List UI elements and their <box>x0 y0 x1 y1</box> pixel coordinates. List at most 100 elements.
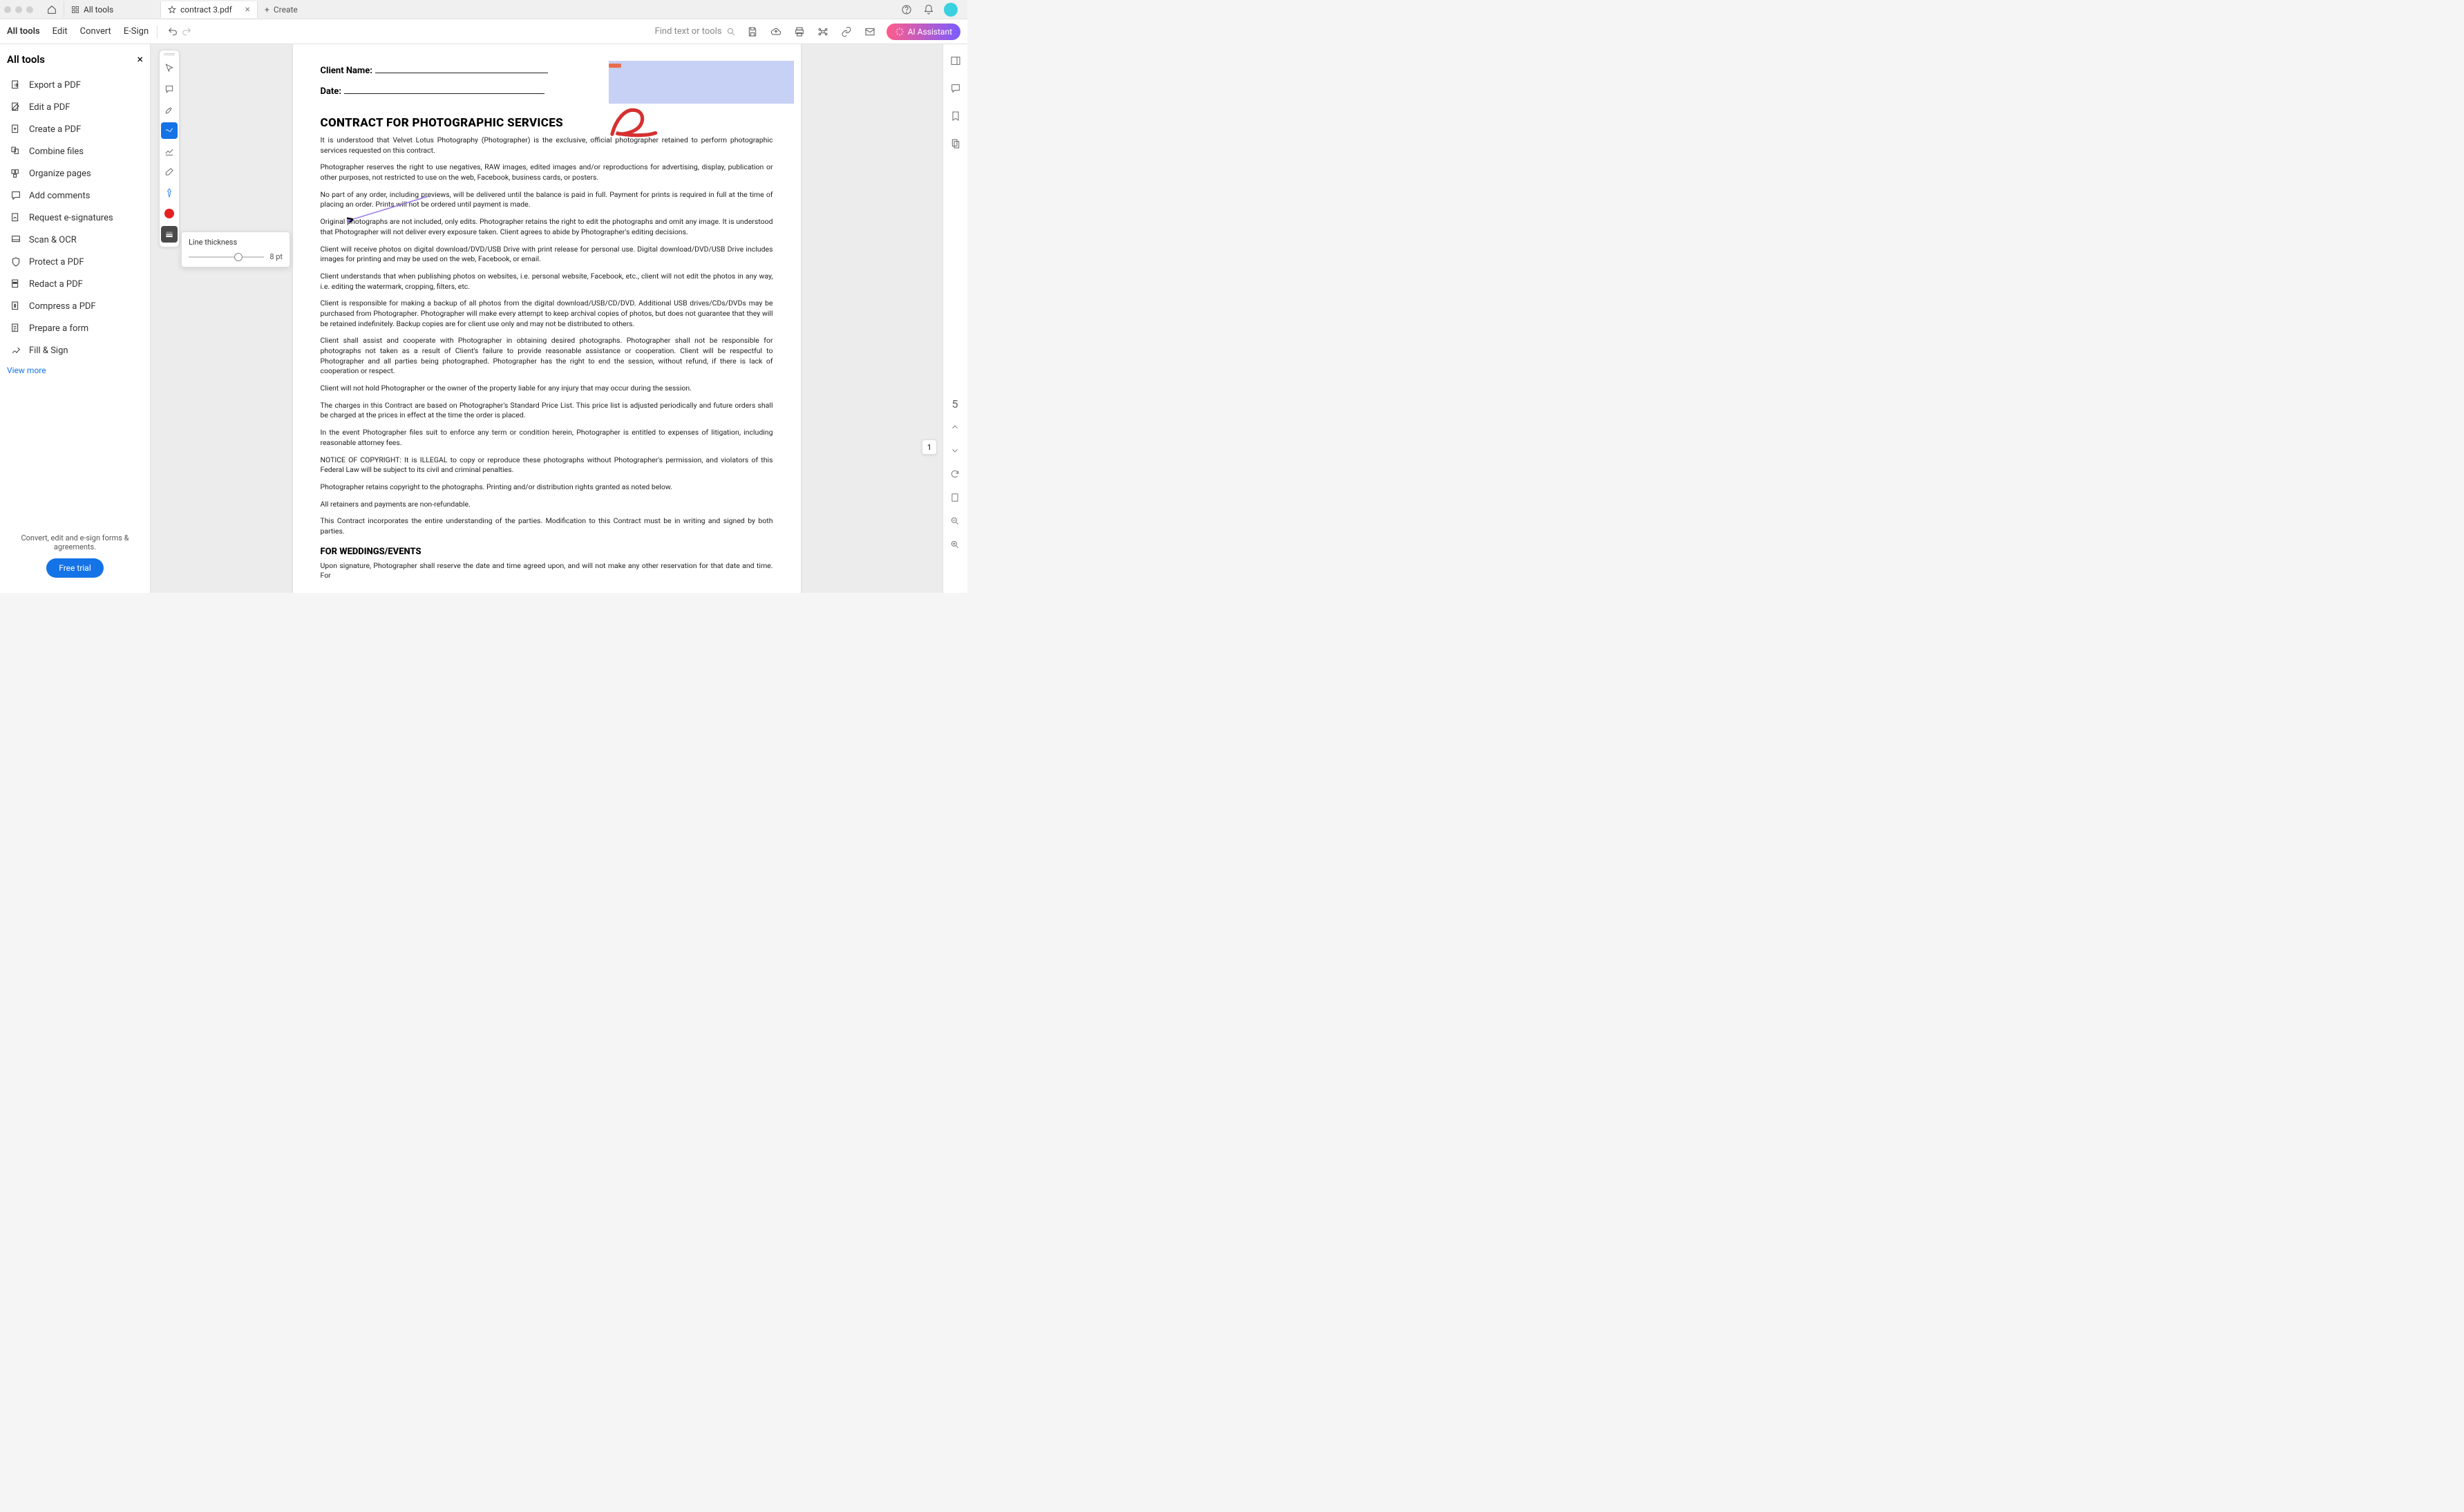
help-icon[interactable] <box>900 3 913 17</box>
menu-all-tools[interactable]: All tools <box>7 26 40 37</box>
paragraph: Client is responsible for making a backu… <box>321 299 773 329</box>
share-icon[interactable] <box>816 25 830 39</box>
page-up-button[interactable] <box>948 420 962 434</box>
create-tab-button[interactable]: + Create <box>258 1 305 18</box>
thickness-popover: Line thickness 8 pt <box>181 231 290 267</box>
pointer-tool[interactable] <box>161 60 178 77</box>
redo-button[interactable] <box>180 25 193 39</box>
fit-page-button[interactable] <box>948 491 962 504</box>
cloud-icon[interactable] <box>769 25 783 39</box>
page-indicator[interactable]: 1 <box>922 440 937 455</box>
menu-convert[interactable]: Convert <box>80 26 111 37</box>
tool-label: Combine files <box>29 147 84 157</box>
zoom-out-button[interactable] <box>948 514 962 528</box>
scan-icon <box>10 234 22 246</box>
create-label: Create <box>274 5 298 15</box>
tool-fill-sign[interactable]: Fill & Sign <box>7 339 143 361</box>
tab-document[interactable]: contract 3.pdf × <box>161 1 258 18</box>
freeform-tool[interactable] <box>161 122 178 139</box>
tool-label: Organize pages <box>29 169 91 179</box>
undo-button[interactable] <box>166 25 180 39</box>
pin-tool[interactable] <box>161 185 178 201</box>
tool-export-pdf[interactable]: Export a PDF <box>7 74 143 96</box>
tool-create-pdf[interactable]: Create a PDF <box>7 118 143 140</box>
link-icon[interactable] <box>840 25 853 39</box>
field-line <box>375 65 548 73</box>
thickness-button[interactable] <box>161 226 178 243</box>
save-icon[interactable] <box>746 25 759 39</box>
tool-prepare-form[interactable]: Prepare a form <box>7 317 143 339</box>
free-trial-button[interactable]: Free trial <box>46 558 104 578</box>
mail-icon[interactable] <box>863 25 877 39</box>
document-viewport[interactable]: Client Name: Date: CONTRACT FOR PHOTOGRA… <box>151 44 942 593</box>
tool-protect[interactable]: Protect a PDF <box>7 251 143 273</box>
find-input[interactable]: Find text or tools <box>655 26 736 37</box>
drag-grip[interactable] <box>164 53 175 55</box>
organize-icon <box>10 167 22 180</box>
paragraph: Client understands that when publishing … <box>321 272 773 292</box>
form-icon <box>10 322 22 334</box>
fillsign-icon <box>10 344 22 357</box>
tool-label: Export a PDF <box>29 80 81 91</box>
menu-esign[interactable]: E-Sign <box>124 26 149 37</box>
paragraph: In the event Photographer files suit to … <box>321 428 773 448</box>
color-picker[interactable] <box>161 205 178 222</box>
close-icon[interactable]: × <box>245 4 250 15</box>
tool-compress[interactable]: Compress a PDF <box>7 295 143 317</box>
highlight-annotation[interactable] <box>609 61 794 104</box>
highlight-strip[interactable] <box>609 64 621 68</box>
arrow-annotation[interactable] <box>347 195 430 223</box>
zoom-in-button[interactable] <box>948 538 962 551</box>
traffic-light-min[interactable] <box>15 6 22 13</box>
print-icon[interactable] <box>793 25 806 39</box>
window-controls <box>4 6 33 13</box>
bell-icon[interactable] <box>922 3 936 17</box>
draw-tool[interactable] <box>161 143 178 160</box>
main-toolbar: All tools Edit Convert E-Sign Find text … <box>0 19 967 44</box>
bookmarks-icon[interactable] <box>949 109 963 123</box>
page-down-button[interactable] <box>948 444 962 457</box>
combine-icon <box>10 145 22 158</box>
signature-annotation[interactable] <box>603 98 663 147</box>
contract-title: CONTRACT FOR PHOTOGRAPHIC SERVICES <box>321 116 773 130</box>
close-panel-icon[interactable]: × <box>137 53 143 66</box>
separator <box>157 26 158 38</box>
tool-redact[interactable]: Redact a PDF <box>7 273 143 295</box>
comment-tool[interactable] <box>161 81 178 97</box>
tab-all-tools[interactable]: All tools <box>64 1 161 18</box>
annotation-toolbar[interactable] <box>159 50 180 247</box>
highlight-tool[interactable] <box>161 102 178 118</box>
view-more-link[interactable]: View more <box>7 366 143 375</box>
tool-edit-pdf[interactable]: Edit a PDF <box>7 96 143 118</box>
tool-scan[interactable]: Scan & OCR <box>7 229 143 251</box>
traffic-light-close[interactable] <box>4 6 11 13</box>
ai-assistant-button[interactable]: AI Assistant <box>887 23 960 40</box>
slider-thumb[interactable] <box>234 253 243 261</box>
page-nav: 5 <box>948 397 962 551</box>
paragraph: The charges in this Contract are based o… <box>321 401 773 421</box>
tool-esign[interactable]: Request e-signatures <box>7 207 143 229</box>
traffic-light-max[interactable] <box>26 6 33 13</box>
comments-panel-icon[interactable] <box>949 82 963 95</box>
avatar[interactable] <box>944 3 958 17</box>
tool-label: Fill & Sign <box>29 346 68 356</box>
plus-icon: + <box>265 5 269 15</box>
tool-combine[interactable]: Combine files <box>7 140 143 162</box>
tab-bar: All tools contract 3.pdf × + Create <box>0 0 967 19</box>
rotate-button[interactable] <box>948 467 962 481</box>
section-title: FOR WEDDINGS/EVENTS <box>321 547 773 557</box>
eraser-tool[interactable] <box>161 164 178 180</box>
toolbar-menus: All tools Edit Convert E-Sign <box>7 26 149 37</box>
left-panel: All tools × Export a PDF Edit a PDF Crea… <box>0 44 151 593</box>
tool-organize[interactable]: Organize pages <box>7 162 143 185</box>
tool-label: Prepare a form <box>29 323 88 334</box>
tool-comments[interactable]: Add comments <box>7 185 143 207</box>
pages-panel-icon[interactable] <box>949 137 963 151</box>
top-right-controls <box>900 3 963 17</box>
home-button[interactable] <box>40 1 64 18</box>
thickness-slider[interactable] <box>189 256 264 258</box>
paragraph: NOTICE OF COPYRIGHT: It is ILLEGAL to co… <box>321 455 773 475</box>
comment-icon <box>10 189 22 202</box>
panel-toggle-icon[interactable] <box>949 54 963 68</box>
menu-edit[interactable]: Edit <box>53 26 68 37</box>
